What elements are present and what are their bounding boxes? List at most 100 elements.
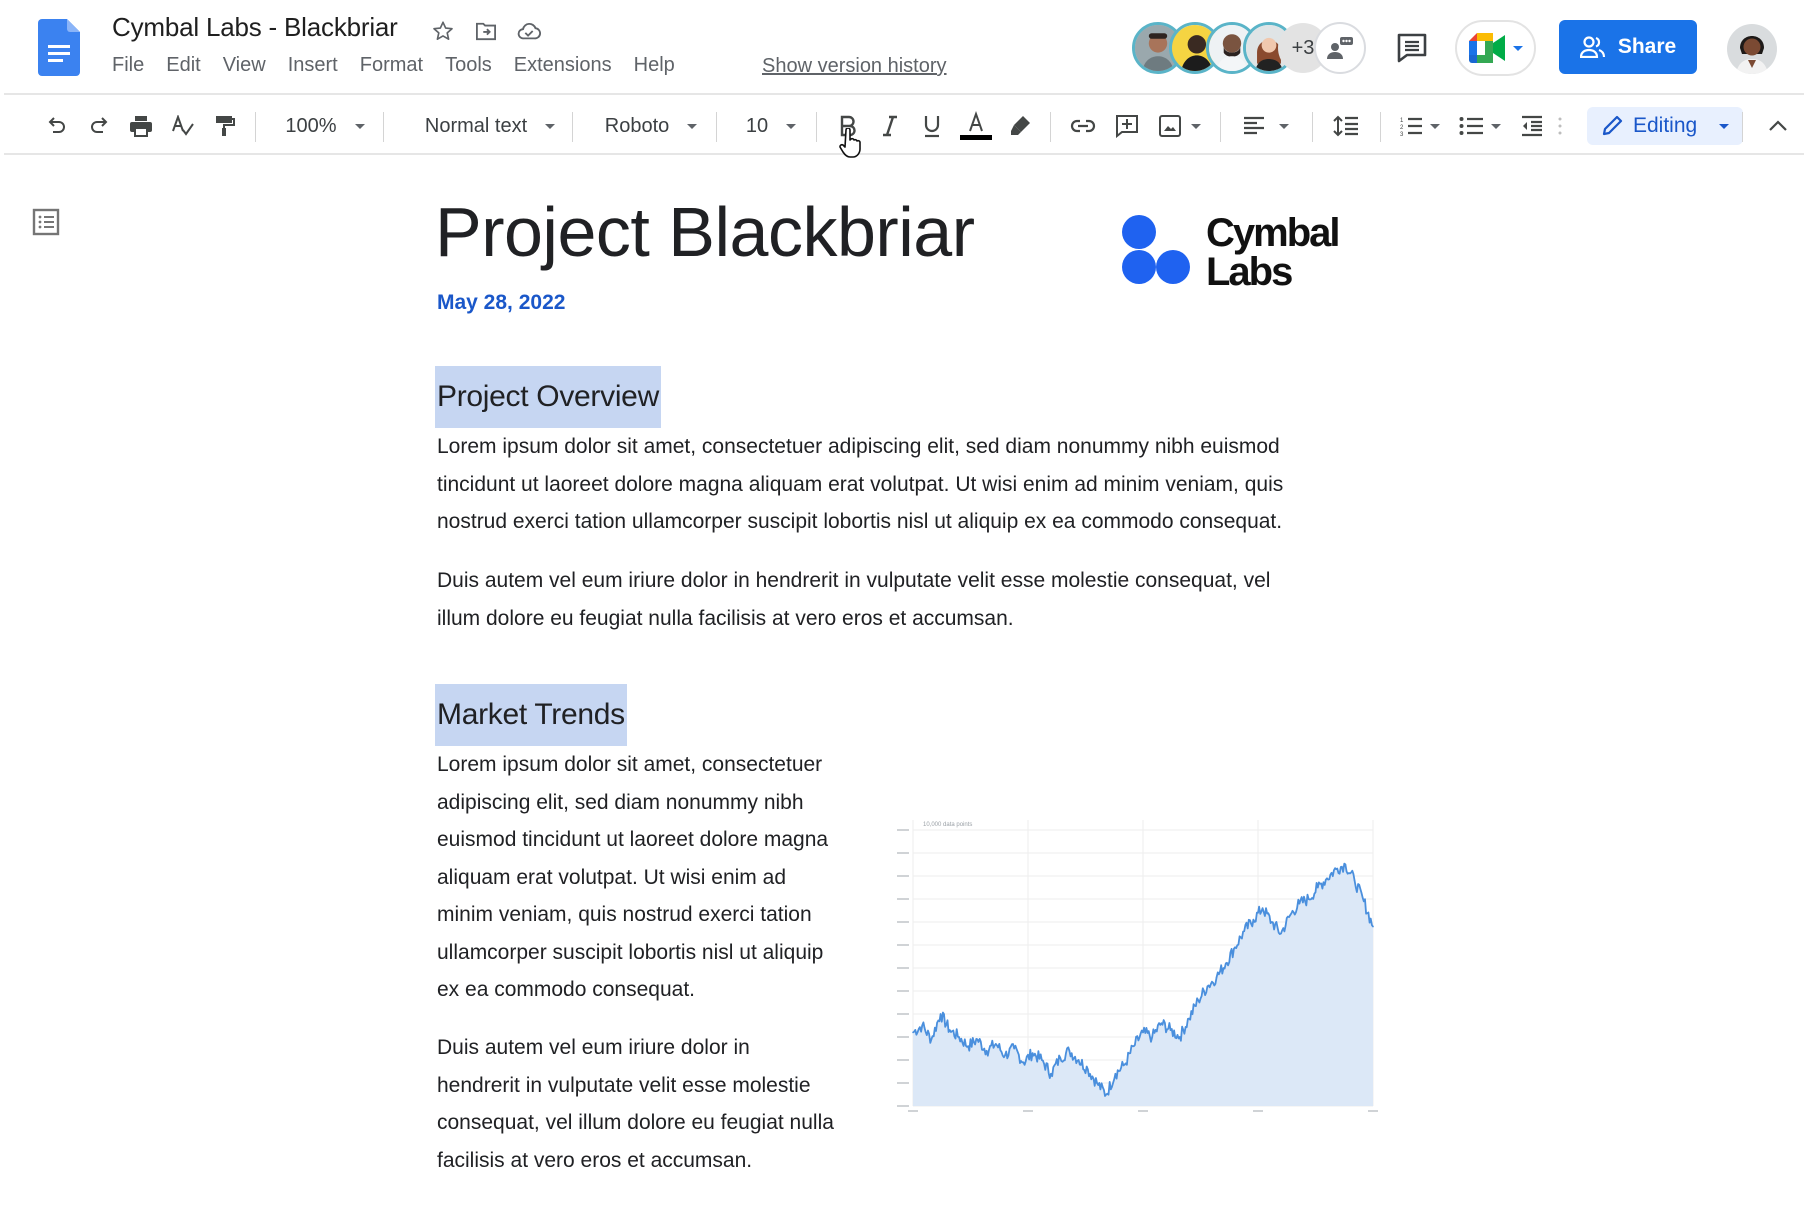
chart-data-point xyxy=(1160,1022,1163,1024)
chart-data-point xyxy=(1197,999,1199,1001)
chart-y-tick-label xyxy=(897,944,909,946)
numbered-list-button[interactable]: 123 xyxy=(1394,100,1446,152)
comment-history-button[interactable] xyxy=(1392,28,1432,68)
text-line: tincidunt ut laoreet dolore magna aliqua… xyxy=(437,472,1284,496)
chart-data-point xyxy=(1215,976,1218,978)
paragraph[interactable]: Lorem ipsum dolor sit amet, consectetuer… xyxy=(437,746,828,1009)
zoom-select[interactable]: 100% xyxy=(270,100,380,152)
chart-y-tick-label xyxy=(897,1013,909,1015)
bulleted-list-icon xyxy=(1459,117,1483,135)
chart-y-tick-label xyxy=(897,829,909,831)
chart-data-point xyxy=(1363,900,1365,903)
chart-data-point xyxy=(949,1029,951,1031)
print-icon xyxy=(130,116,152,137)
version-history-link[interactable]: Show version history xyxy=(762,55,947,78)
chart-data-point xyxy=(967,1045,969,1047)
move-to-folder-icon[interactable] xyxy=(473,18,499,44)
font-size-select[interactable]: 10 xyxy=(730,100,812,152)
chart-data-point xyxy=(1022,1061,1025,1064)
text-line: illum dolore eu feugiat nulla facilisis … xyxy=(437,606,1014,630)
text-line: Duis autem vel eum iriure dolor in hendr… xyxy=(437,569,1271,592)
menu-file[interactable]: File xyxy=(112,54,155,77)
hide-menus-button[interactable] xyxy=(1760,100,1796,152)
menu-edit[interactable]: Edit xyxy=(166,54,211,77)
chart-data-point xyxy=(1169,1029,1172,1031)
print-button[interactable] xyxy=(124,100,158,152)
header-divider xyxy=(4,93,1804,95)
text-line: Lorem ipsum dolor sit amet, consectetuer… xyxy=(437,435,1280,458)
document-title[interactable]: Project Blackbriar xyxy=(435,192,975,272)
docs-logo-icon[interactable] xyxy=(38,19,80,76)
text-line: Lorem ipsum dolor sit amet, consectetuer xyxy=(437,753,823,776)
embedded-chart[interactable]: 10,000 data points xyxy=(895,806,1380,1116)
toolbar-separator xyxy=(1742,112,1743,142)
section-heading[interactable]: Market Trends xyxy=(435,684,627,746)
chart-data-point xyxy=(1243,930,1245,932)
paragraph-style-select[interactable]: Normal text xyxy=(395,100,585,152)
insert-link-button[interactable] xyxy=(1064,100,1102,152)
chart-data-point xyxy=(1289,914,1291,916)
document-name[interactable]: Cymbal Labs - Blackbriar xyxy=(112,12,398,43)
menu-extensions[interactable]: Extensions xyxy=(514,54,623,77)
text-color-button[interactable] xyxy=(956,100,996,152)
redo-button[interactable] xyxy=(82,100,116,152)
presence-chat-button[interactable] xyxy=(1314,22,1366,74)
text-line: hendrerit in vulputate velit esse molest… xyxy=(437,1073,811,1097)
bulleted-list-button[interactable] xyxy=(1454,100,1506,152)
share-button[interactable]: Share xyxy=(1559,20,1697,74)
line-spacing-button[interactable] xyxy=(1326,100,1366,152)
chart-y-tick-label xyxy=(897,1082,909,1084)
highlight-color-button[interactable] xyxy=(1002,100,1038,152)
chart-data-point xyxy=(1087,1068,1089,1070)
font-value: Roboto xyxy=(604,114,670,137)
chevron-down-icon xyxy=(1191,123,1201,129)
document-outline-button[interactable] xyxy=(32,208,60,236)
chart-data-point xyxy=(1326,877,1328,880)
chart-data-point xyxy=(1151,1036,1153,1038)
chart-y-tick-label xyxy=(897,875,909,877)
insert-image-button[interactable] xyxy=(1152,100,1208,152)
underline-button[interactable] xyxy=(914,100,950,152)
chart-data-point xyxy=(1335,868,1337,870)
menu-format[interactable]: Format xyxy=(360,54,434,77)
editing-mode-dropdown[interactable]: Editing xyxy=(1587,107,1744,145)
underline-icon xyxy=(924,116,940,138)
paint-format-button[interactable] xyxy=(208,100,242,152)
align-button[interactable] xyxy=(1234,100,1298,152)
menu-help[interactable]: Help xyxy=(634,54,686,77)
toolbar: 100% Normal text Roboto 10 1 2 3 Editing xyxy=(30,100,1810,152)
chart-x-tick-label xyxy=(908,1110,918,1112)
chevron-down-icon xyxy=(545,123,556,129)
more-options-button[interactable] xyxy=(1554,100,1566,152)
menu-tools[interactable]: Tools xyxy=(445,54,503,77)
style-value: Normal text xyxy=(424,114,528,137)
chart-data-point xyxy=(1206,985,1209,988)
document-date[interactable]: May 28, 2022 xyxy=(437,291,565,315)
paragraph[interactable]: Duis autem vel eum iriure dolor in hendr… xyxy=(437,1029,834,1179)
paragraph[interactable]: Duis autem vel eum iriure dolor in hendr… xyxy=(437,562,1270,637)
add-comment-button[interactable] xyxy=(1108,100,1146,152)
meet-button[interactable] xyxy=(1455,20,1536,76)
chart-x-tick-label xyxy=(1023,1110,1033,1112)
chart-data-point xyxy=(1059,1056,1061,1059)
text-line: Duis autem vel eum iriure dolor in xyxy=(437,1036,750,1059)
chart-data-point xyxy=(1261,907,1264,909)
font-select[interactable]: Roboto xyxy=(586,100,716,152)
star-icon[interactable] xyxy=(430,18,456,44)
spellcheck-button[interactable] xyxy=(166,100,200,152)
cymbal-labs-logo[interactable]: Cymbal Labs xyxy=(1122,211,1362,294)
section-heading[interactable]: Project Overview xyxy=(435,366,661,428)
cloud-saved-icon[interactable] xyxy=(516,18,542,44)
italic-button[interactable] xyxy=(872,100,908,152)
undo-button[interactable] xyxy=(40,100,74,152)
menu-view[interactable]: View xyxy=(223,54,277,77)
menu-insert[interactable]: Insert xyxy=(288,54,349,77)
chart-svg: 10,000 data points xyxy=(897,820,1378,1112)
paragraph[interactable]: Lorem ipsum dolor sit amet, consectetuer… xyxy=(437,428,1283,541)
chart-data-point xyxy=(1234,946,1236,949)
text-color-icon xyxy=(960,111,992,140)
account-avatar[interactable] xyxy=(1727,24,1777,74)
chart-data-point xyxy=(1031,1052,1034,1054)
decrease-indent-button[interactable] xyxy=(1514,100,1550,152)
chart-data-point xyxy=(958,1036,960,1038)
